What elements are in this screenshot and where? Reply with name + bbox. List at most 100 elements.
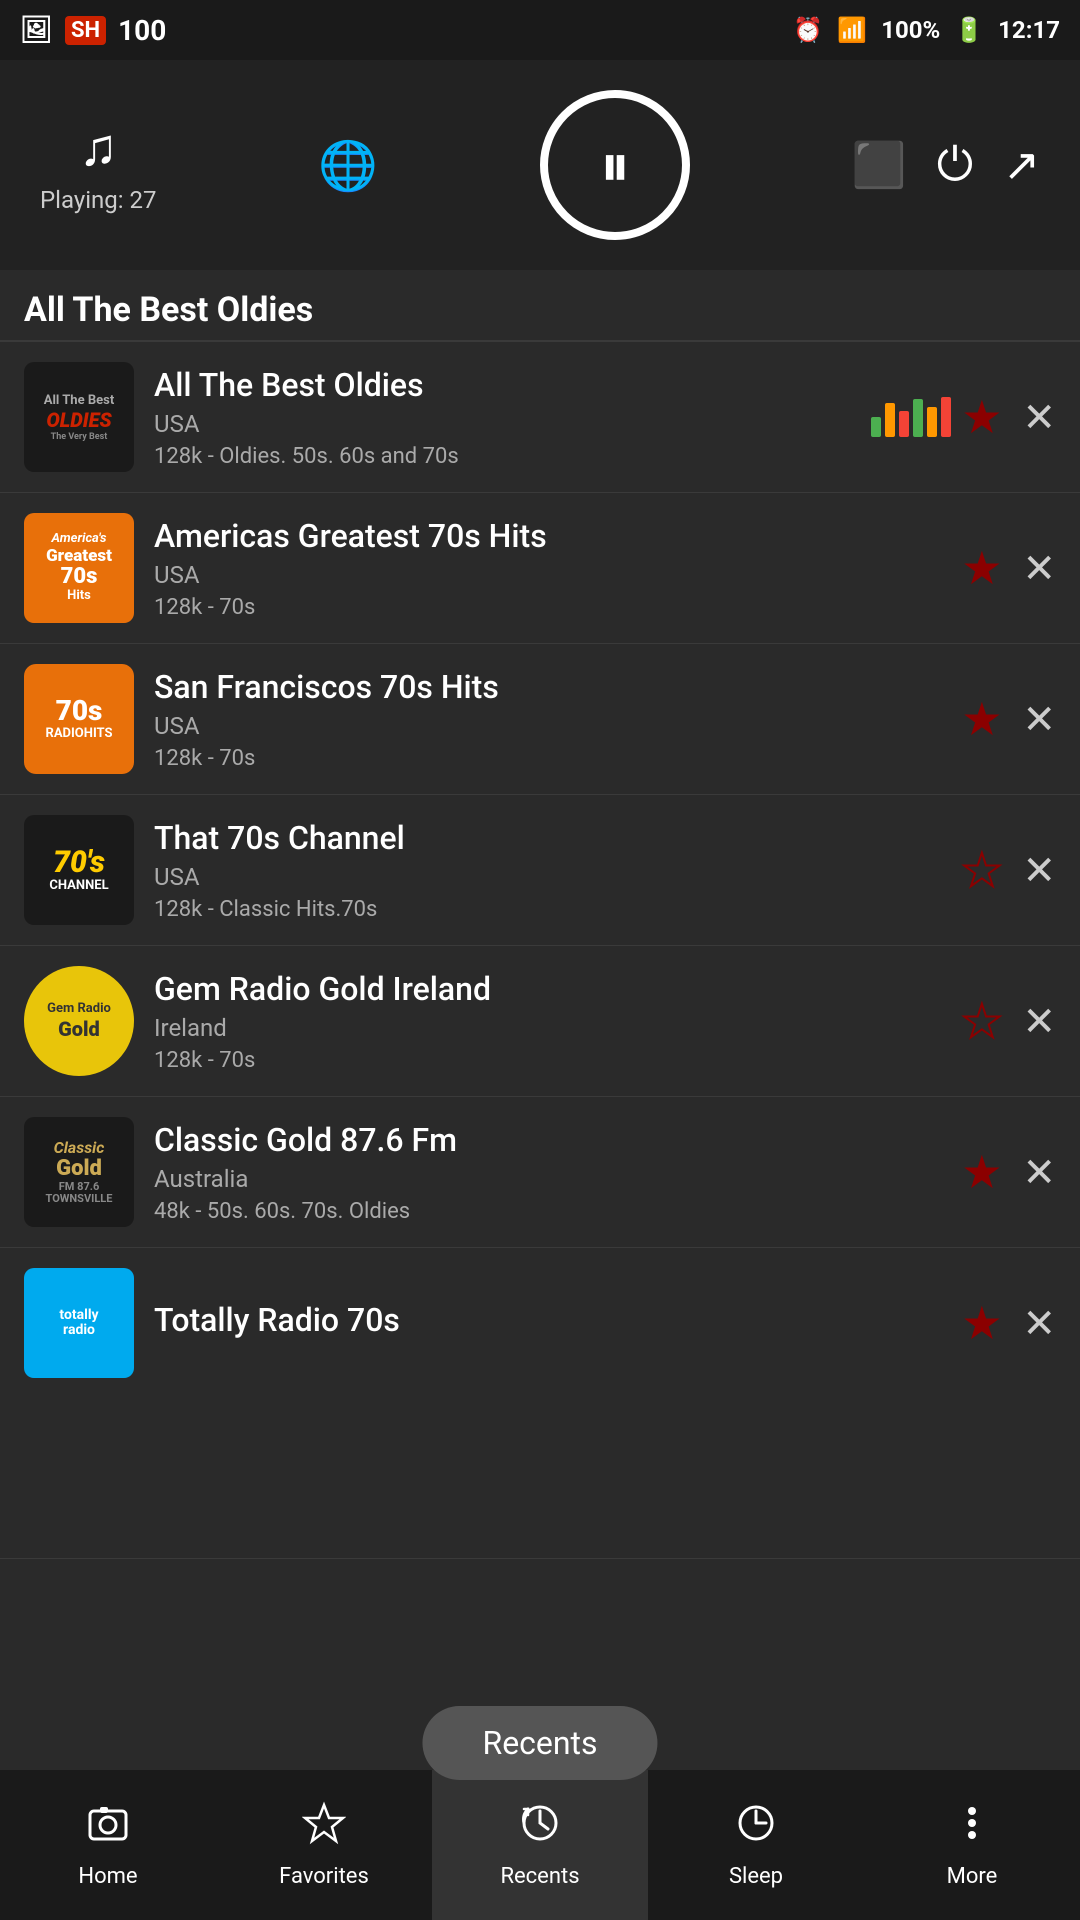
station-name-3: San Franciscos 70s Hits [154, 668, 931, 706]
pause-button[interactable]: ⏸ [540, 90, 690, 240]
nav-item-favorites[interactable]: Favorites [216, 1770, 432, 1920]
share-button[interactable]: ↗ [1003, 139, 1040, 191]
station-name-6: Classic Gold 87.6 Fm [154, 1121, 931, 1159]
favorite-button-4[interactable]: ★ [961, 843, 1002, 898]
nav-label-more: More [947, 1864, 998, 1889]
globe-icon[interactable]: 🌐 [318, 137, 378, 194]
favorite-button-3[interactable]: ★ [961, 692, 1002, 747]
station-info-6: Classic Gold 87.6 Fm Australia 48k - 50s… [134, 1121, 951, 1224]
station-info-5: Gem Radio Gold Ireland Ireland 128k - 70… [134, 970, 951, 1073]
favorite-button-7[interactable]: ★ [961, 1296, 1002, 1351]
station-country-5: Ireland [154, 1014, 931, 1042]
station-logo-5: Gem Radio Gold [24, 966, 134, 1076]
station-info-4: That 70s Channel USA 128k - Classic Hits… [134, 819, 951, 922]
station-logo-2: America's Greatest 70s Hits [24, 513, 134, 623]
recents-tooltip-label: Recents [482, 1724, 597, 1762]
nav-label-sleep: Sleep [729, 1864, 783, 1889]
station-info-2: Americas Greatest 70s Hits USA 128k - 70… [134, 517, 951, 620]
status-bar: 🖼 SH 100 ⏰ 📶 100% 🔋 12:17 [0, 0, 1080, 60]
station-details-2: 128k - 70s [154, 595, 931, 620]
station-name-7: Totally Radio 70s [154, 1301, 931, 1339]
nav-item-recents[interactable]: Recents [432, 1770, 648, 1920]
remove-button-4[interactable]: ✕ [1022, 847, 1056, 894]
radio-icon: SH [65, 16, 106, 45]
remove-button-6[interactable]: ✕ [1022, 1149, 1056, 1196]
station-actions-4: ★ ✕ [961, 843, 1056, 898]
station-name-1: All The Best Oldies [154, 366, 841, 404]
station-country-4: USA [154, 863, 931, 891]
favorite-button-5[interactable]: ★ [961, 994, 1002, 1049]
favorite-button-2[interactable]: ★ [961, 541, 1002, 596]
favorite-button-1[interactable]: ★ [961, 390, 1002, 445]
table-row[interactable]: Gem Radio Gold Gem Radio Gold Ireland Ir… [0, 946, 1080, 1097]
favorite-button-6[interactable]: ★ [961, 1145, 1002, 1200]
table-row[interactable]: 70s RADIOHITS San Franciscos 70s Hits US… [0, 644, 1080, 795]
station-country-6: Australia [154, 1165, 931, 1193]
station-details-4: 128k - Classic Hits.70s [154, 897, 931, 922]
nav-item-more[interactable]: More [864, 1770, 1080, 1920]
battery-text: 100% [881, 16, 940, 44]
station-logo-7: totallyradio [24, 1268, 134, 1378]
nav-label-recents: Recents [500, 1864, 579, 1889]
station-details-3: 128k - 70s [154, 746, 931, 771]
nav-label-favorites: Favorites [279, 1864, 369, 1889]
nav-item-sleep[interactable]: Sleep [648, 1770, 864, 1920]
equalizer [871, 397, 951, 437]
table-row[interactable]: All The Best OLDIES The Very Best All Th… [0, 342, 1080, 493]
station-name-2: Americas Greatest 70s Hits [154, 517, 931, 555]
player-left-section: ♫ Playing: 27 [40, 117, 157, 214]
table-row[interactable]: totallyradio Totally Radio 70s ★ ✕ [0, 1248, 1080, 1559]
photo-icon: 🖼 [20, 15, 53, 45]
table-row[interactable]: America's Greatest 70s Hits Americas Gre… [0, 493, 1080, 644]
station-name-5: Gem Radio Gold Ireland [154, 970, 931, 1008]
home-icon [86, 1801, 130, 1856]
station-actions-3: ★ ✕ [961, 692, 1056, 747]
status-left: 🖼 SH 100 [20, 14, 166, 47]
station-logo-6: Classic Gold FM 87.6 TOWNSVILLE [24, 1117, 134, 1227]
recents-nav-icon [518, 1801, 562, 1856]
station-details-5: 128k - 70s [154, 1048, 931, 1073]
station-logo-1: All The Best OLDIES The Very Best [24, 362, 134, 472]
station-info-7: Totally Radio 70s [134, 1301, 951, 1345]
station-actions-7: ★ ✕ [961, 1296, 1056, 1351]
station-logo-3: 70s RADIOHITS [24, 664, 134, 774]
remove-button-5[interactable]: ✕ [1022, 998, 1056, 1045]
bottom-nav: Home Favorites Recents [0, 1770, 1080, 1920]
remove-button-2[interactable]: ✕ [1022, 545, 1056, 592]
time-display: 12:17 [998, 16, 1060, 44]
station-info-1: All The Best Oldies USA 128k - Oldies. 5… [134, 366, 861, 469]
station-name-4: That 70s Channel [154, 819, 931, 857]
power-button[interactable]: ⏻ [937, 138, 973, 193]
alarm-icon: ⏰ [793, 16, 823, 44]
station-actions-2: ★ ✕ [961, 541, 1056, 596]
status-right: ⏰ 📶 100% 🔋 12:17 [793, 16, 1060, 44]
remove-button-7[interactable]: ✕ [1022, 1300, 1056, 1347]
section-title: All The Best Oldies [0, 270, 1080, 340]
station-list: All The Best OLDIES The Very Best All Th… [0, 342, 1080, 1559]
station-details-1: 128k - Oldies. 50s. 60s and 70s [154, 444, 841, 469]
stop-button[interactable]: ⬛ [852, 139, 907, 191]
recents-tooltip: Recents [422, 1706, 657, 1780]
station-logo-4: 70's CHANNEL [24, 815, 134, 925]
station-info-3: San Franciscos 70s Hits USA 128k - 70s [134, 668, 951, 771]
playing-text: Playing: 27 [40, 186, 157, 214]
station-country-3: USA [154, 712, 931, 740]
battery-icon: 🔋 [954, 16, 984, 44]
station-details-6: 48k - 50s. 60s. 70s. Oldies [154, 1199, 931, 1224]
table-row[interactable]: Classic Gold FM 87.6 TOWNSVILLE Classic … [0, 1097, 1080, 1248]
signal-count: 100 [118, 14, 166, 47]
player-right-icons: ⬛ ⏻ ↗ [852, 138, 1040, 193]
nav-item-home[interactable]: Home [0, 1770, 216, 1920]
player-header: ♫ Playing: 27 🌐 ⏸ ⬛ ⏻ ↗ [0, 60, 1080, 270]
station-country-1: USA [154, 410, 841, 438]
sleep-nav-icon [734, 1801, 778, 1856]
station-actions-1: ★ ✕ [961, 390, 1056, 445]
nav-label-home: Home [78, 1864, 137, 1889]
more-nav-icon [950, 1801, 994, 1856]
table-row[interactable]: 70's CHANNEL That 70s Channel USA 128k -… [0, 795, 1080, 946]
station-actions-5: ★ ✕ [961, 994, 1056, 1049]
remove-button-3[interactable]: ✕ [1022, 696, 1056, 743]
player-controls-row: ♫ Playing: 27 🌐 ⏸ ⬛ ⏻ ↗ [40, 90, 1040, 240]
remove-button-1[interactable]: ✕ [1022, 394, 1056, 441]
pause-icon: ⏸ [600, 130, 630, 201]
